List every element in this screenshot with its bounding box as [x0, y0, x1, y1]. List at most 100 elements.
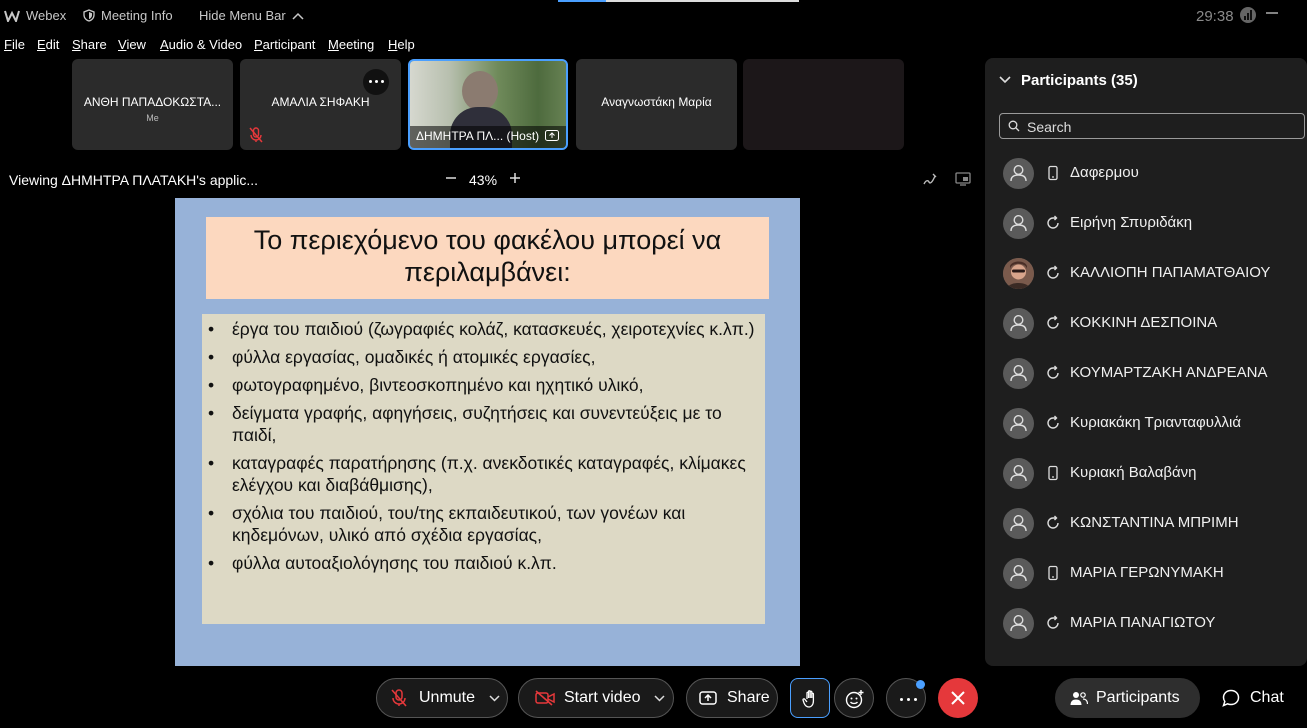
avatar: [1003, 508, 1034, 539]
ellipsis-icon: [369, 80, 384, 83]
more-options-button[interactable]: [886, 678, 926, 718]
tile-name: ΔΗΜΗΤΡΑ ΠΛ... (Host): [416, 129, 540, 143]
sync-icon: [1045, 415, 1061, 431]
share-label: Share: [727, 689, 770, 706]
participant-search-input[interactable]: Search: [999, 113, 1305, 139]
participant-row[interactable]: ΜΑΡΙΑ ΓΕΡΩΝΥΜΑΚΗ: [1003, 556, 1303, 590]
chevron-down-icon[interactable]: [489, 694, 500, 702]
participant-row[interactable]: Ειρήνη Σπυριδάκη: [1003, 206, 1303, 240]
participant-row[interactable]: Κυριακάκη Τριανταφυλλιά: [1003, 406, 1303, 440]
participant-row[interactable]: ΚΑΛΛΙΟΠΗ ΠΑΠΑΜΑΤΘΑΙΟΥ: [1003, 256, 1303, 290]
raise-hand-button[interactable]: [790, 678, 830, 718]
phone-icon: [1045, 465, 1061, 481]
video-tile-host[interactable]: ΔΗΜΗΤΡΑ ΠΛ... (Host): [408, 59, 568, 150]
participant-name: Ειρήνη Σπυριδάκη: [1070, 214, 1193, 231]
close-icon: [951, 691, 965, 705]
menu-help[interactable]: Help: [388, 37, 415, 52]
participant-name: Κυριακάκη Τριανταφυλλιά: [1070, 414, 1241, 431]
menu-share[interactable]: Share: [72, 37, 107, 52]
menu-audio-video[interactable]: Audio & Video: [160, 37, 242, 52]
meeting-info-label: Meeting Info: [101, 8, 173, 23]
unmute-label: Unmute: [419, 689, 476, 706]
participant-name: ΚΟΚΚΙΝΗ ΔΕΣΠΟΙΝΑ: [1070, 314, 1218, 331]
avatar: [1003, 208, 1034, 239]
menu-view[interactable]: View: [118, 37, 146, 52]
sync-icon: [1045, 265, 1061, 281]
video-tile-amalia[interactable]: ΑΜΑΛΙΑ ΣΗΦΑΚΗ: [240, 59, 401, 150]
leave-meeting-button[interactable]: [938, 678, 978, 718]
meeting-timer: 29:38: [1196, 8, 1234, 25]
app-name: Webex: [26, 8, 67, 23]
start-video-button[interactable]: Start video: [518, 678, 674, 718]
participants-icon: [1070, 690, 1088, 706]
tile-name: ΑΝΘΗ ΠΑΠΑΔΟΚΩΣΤΑ...: [83, 95, 222, 109]
share-view-bar: Viewing ΔΗΜΗΤΡΑ ΠΛΑΤΑΚΗ's applic... 43%: [0, 164, 980, 194]
participant-name: ΜΑΡΙΑ ΠΑΝΑΓΙΩΤΟΥ: [1070, 614, 1216, 631]
sync-icon: [1045, 365, 1061, 381]
reactions-button[interactable]: [834, 678, 874, 718]
search-placeholder: Search: [1027, 119, 1072, 135]
chat-label: Chat: [1250, 689, 1284, 706]
sync-icon: [1045, 315, 1061, 331]
hide-menu-bar-button[interactable]: Hide Menu Bar: [199, 8, 304, 23]
emoji-icon: [845, 689, 865, 709]
more-options-button[interactable]: [363, 69, 389, 95]
participant-row[interactable]: ΜΑΡΙΑ ΠΑΝΑΓΙΩΤΟΥ: [1003, 606, 1303, 640]
signal-icon[interactable]: [1240, 7, 1256, 23]
app-brand: Webex: [4, 8, 66, 23]
zoom-in-button[interactable]: [509, 171, 521, 185]
title-bar: Webex Meeting Info Hide Menu Bar 29:38: [0, 0, 1307, 30]
share-button[interactable]: Share: [686, 678, 778, 718]
slide-title: Το περιεχόμενο του φακέλου μπορεί να περ…: [206, 217, 769, 299]
collapse-chevron-icon[interactable]: [998, 73, 1012, 87]
avatar: [1003, 308, 1034, 339]
slide-bullet-list: έργα του παιδιού (ζωγραφιές κολάζ, κατασ…: [202, 314, 765, 574]
webex-logo-icon: [4, 10, 20, 22]
participant-name: ΚΟΥΜΑΡΤΖΑΚΗ ΑΝΔΡΕΑΝΑ: [1070, 364, 1268, 381]
menu-file[interactable]: File: [4, 37, 25, 52]
slide-bullet: φύλλα αυτοαξιολόγησης του παιδιού κ.λπ.: [208, 552, 759, 574]
share-screen-icon: [699, 690, 717, 706]
annotate-icon[interactable]: [922, 171, 938, 187]
video-tile-empty[interactable]: [743, 59, 904, 150]
host-head: [462, 71, 498, 111]
menu-participant[interactable]: Participant: [254, 37, 315, 52]
participants-toggle-button[interactable]: Participants: [1055, 678, 1200, 718]
menu-edit[interactable]: Edit: [37, 37, 59, 52]
participant-name: ΜΑΡΙΑ ΓΕΡΩΝΥΜΑΚΗ: [1070, 564, 1224, 581]
chevron-up-icon: [292, 12, 304, 20]
avatar: [1003, 608, 1034, 639]
avatar: [1003, 458, 1034, 489]
tile-name: ΑΜΑΛΙΑ ΣΗΦΑΚΗ: [271, 95, 370, 109]
participant-row[interactable]: ΚΟΥΜΑΡΤΖΑΚΗ ΑΝΔΡΕΑΝΑ: [1003, 356, 1303, 390]
zoom-level: 43%: [469, 172, 498, 188]
video-tile-self[interactable]: ΑΝΘΗ ΠΑΠΑΔΟΚΩΣΤΑ... Me: [72, 59, 233, 150]
avatar: [1003, 158, 1034, 189]
sync-icon: [1045, 615, 1061, 631]
popout-view-icon[interactable]: [955, 171, 971, 187]
unmute-button[interactable]: Unmute: [376, 678, 508, 718]
menu-meeting[interactable]: Meeting: [328, 37, 374, 52]
hide-menu-bar-label: Hide Menu Bar: [199, 8, 286, 23]
meeting-info-button[interactable]: Meeting Info: [83, 8, 173, 23]
search-icon: [1008, 120, 1020, 132]
slide-bullet: δείγματα γραφής, αφηγήσεις, συζητήσεις κ…: [208, 402, 759, 446]
sharing-icon: [545, 130, 559, 141]
chat-button[interactable]: Chat: [1210, 678, 1302, 718]
zoom-out-button[interactable]: [445, 171, 457, 185]
timer-text: 29:38: [1196, 8, 1234, 25]
video-tile-anagnostaki[interactable]: Αναγνωστάκη Μαρία: [576, 59, 737, 150]
avatar: [1003, 558, 1034, 589]
participant-row[interactable]: ΚΟΚΚΙΝΗ ΔΕΣΠΟΙΝΑ: [1003, 306, 1303, 340]
sync-icon: [1045, 215, 1061, 231]
tile-me-label: Me: [146, 113, 159, 123]
participant-row[interactable]: ΚΩΝΣΤΑΝΤΙΝΑ ΜΠΡΙΜΗ: [1003, 506, 1303, 540]
slide-bullet: έργα του παιδιού (ζωγραφιές κολάζ, κατασ…: [208, 318, 759, 340]
raise-hand-icon: [802, 689, 820, 709]
chevron-down-icon[interactable]: [654, 694, 666, 702]
participant-row[interactable]: Κυριακή Βαλαβάνη: [1003, 456, 1303, 490]
participant-name: ΚΩΝΣΤΑΝΤΙΝΑ ΜΠΡΙΜΗ: [1070, 514, 1239, 531]
participant-name: Κυριακή Βαλαβάνη: [1070, 464, 1197, 481]
minimize-icon[interactable]: [1265, 6, 1279, 20]
participant-row[interactable]: Δαφερμου: [1003, 156, 1303, 190]
